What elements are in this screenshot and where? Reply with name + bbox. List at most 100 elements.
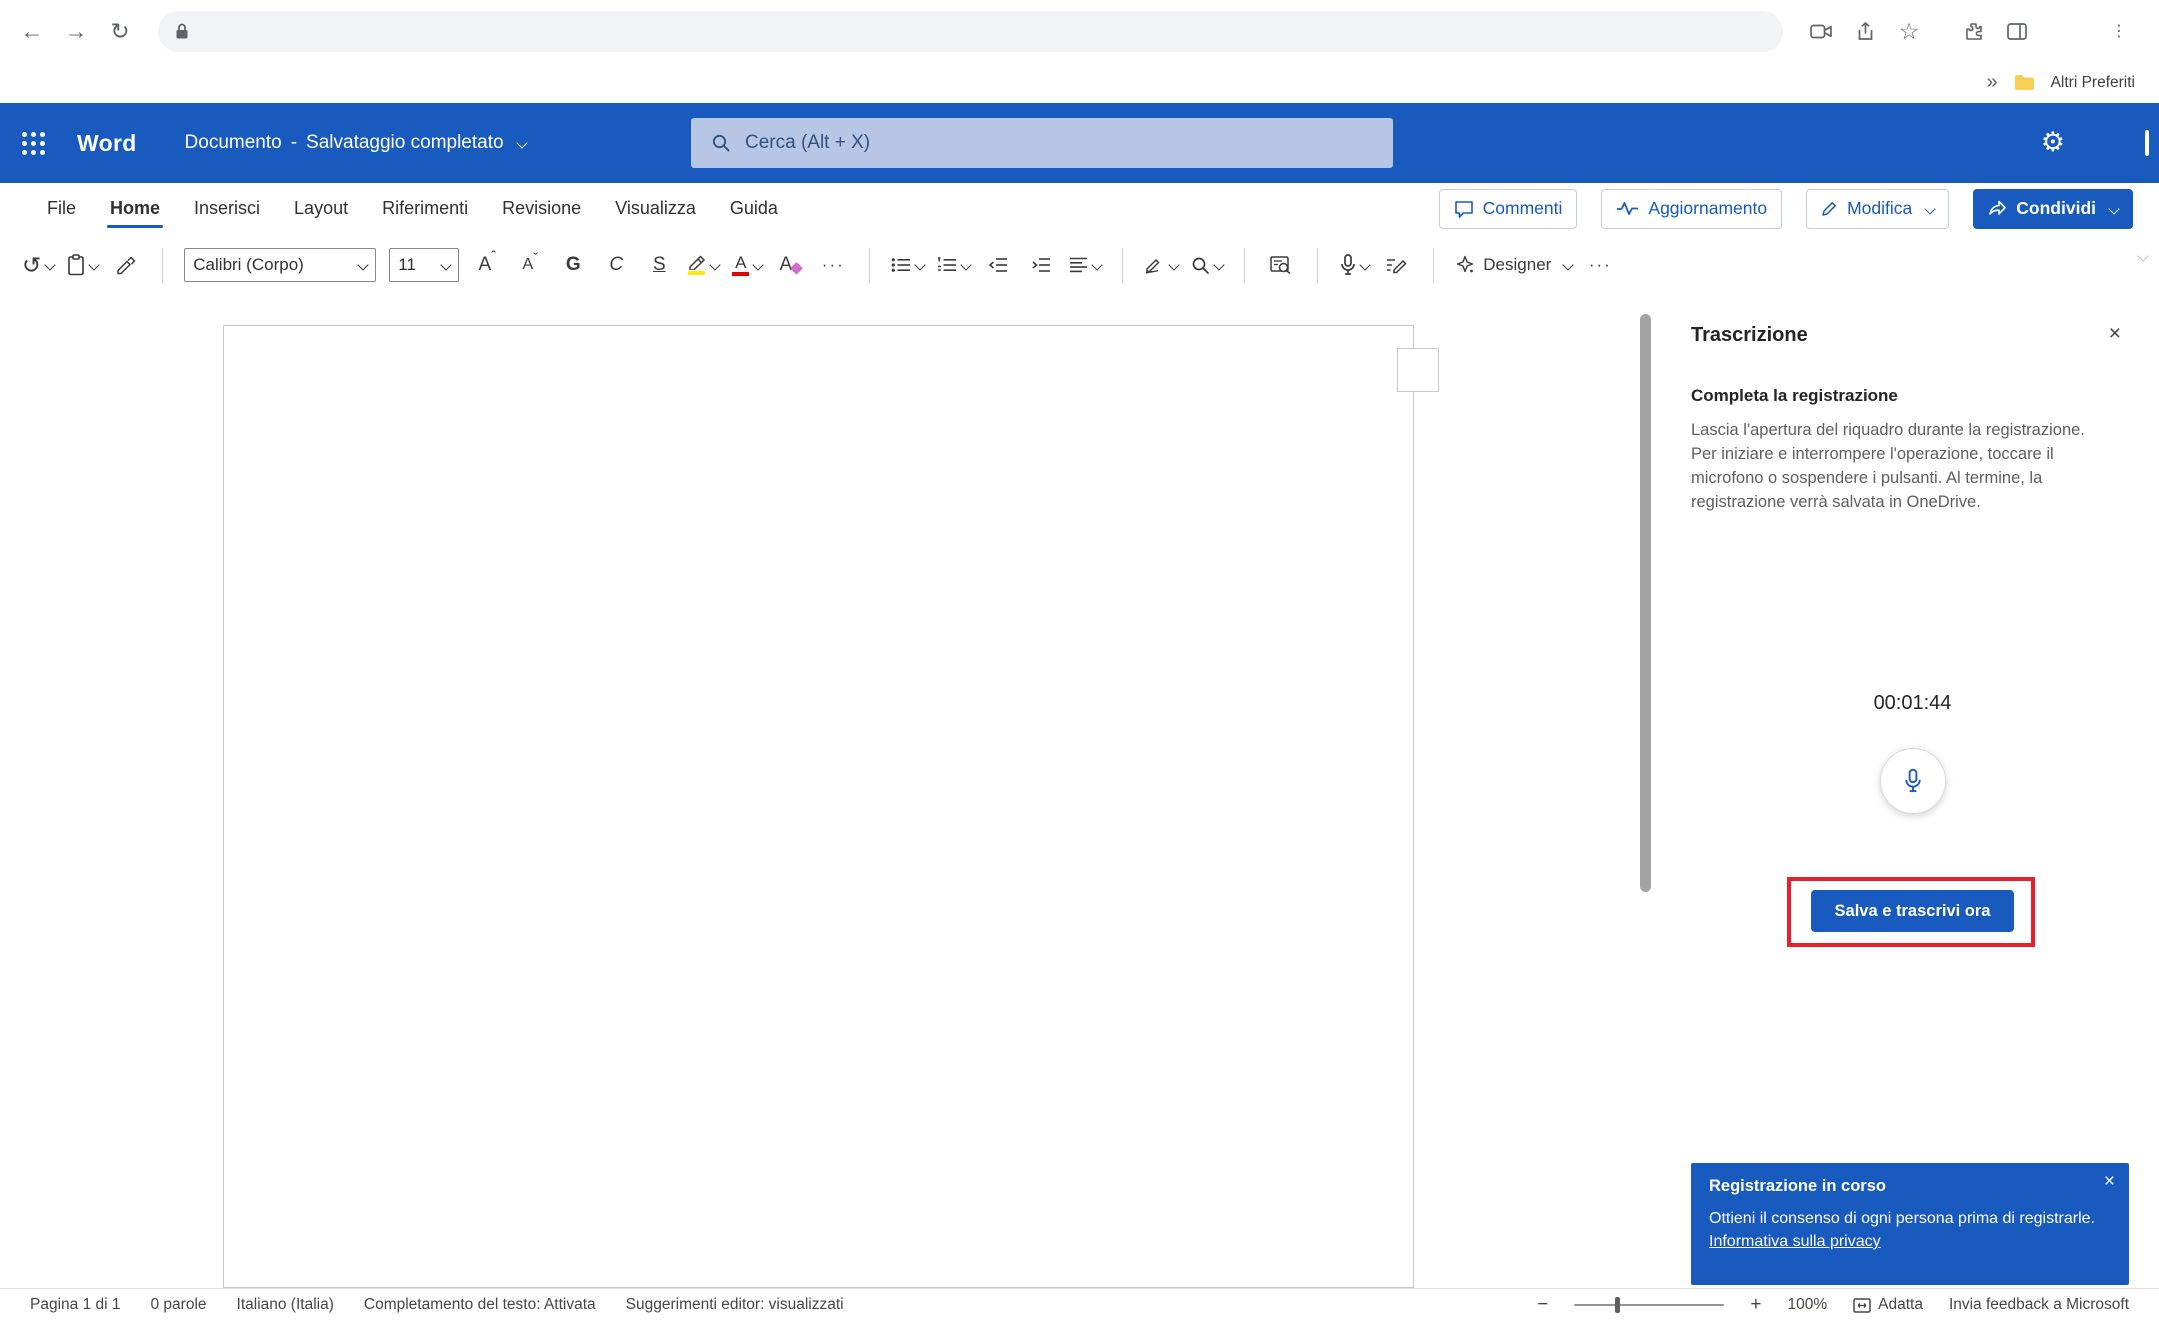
document-page[interactable] — [223, 325, 1414, 1288]
tab-home[interactable]: Home — [93, 183, 177, 234]
bookmarks-folder-label[interactable]: Altri Preferiti — [2051, 74, 2135, 92]
undo-button[interactable]: ↺ — [22, 245, 54, 285]
zoom-slider-thumb[interactable] — [1615, 1297, 1620, 1313]
ribbon-tab-bar: File Home Inserisci Layout Riferimenti R… — [0, 183, 2159, 234]
page-count[interactable]: Pagina 1 di 1 — [30, 1296, 121, 1314]
settings-gear-icon[interactable]: ⚙ — [2041, 127, 2065, 158]
tab-revisione[interactable]: Revisione — [485, 183, 598, 234]
browser-address-bar[interactable] — [158, 11, 1783, 52]
record-microphone-button[interactable] — [1880, 748, 1946, 814]
video-camera-icon[interactable] — [1799, 11, 1843, 51]
app-name[interactable]: Word — [77, 130, 137, 157]
increase-indent-icon — [1031, 257, 1051, 273]
fit-to-width-button[interactable]: Adatta — [1853, 1296, 1923, 1314]
designer-label: Designer — [1483, 255, 1551, 275]
chevron-down-icon — [1169, 259, 1180, 270]
browser-back-button[interactable]: ← — [10, 9, 54, 53]
shrink-font-button[interactable]: A ˇ — [515, 245, 545, 285]
alignment-button[interactable] — [1069, 245, 1101, 285]
shrink-font-mark: ˇ — [533, 250, 538, 267]
toolbar-separator — [1317, 248, 1318, 282]
zoom-slider[interactable] — [1574, 1304, 1724, 1306]
bookmarks-overflow-chevron[interactable]: » — [1986, 71, 1997, 94]
increase-indent-button[interactable] — [1026, 245, 1056, 285]
decrease-indent-button[interactable] — [983, 245, 1013, 285]
document-name[interactable]: Documento — [185, 132, 282, 154]
numbered-list-button[interactable] — [937, 245, 970, 285]
chevron-down-icon — [2108, 203, 2119, 214]
browser-menu-icon[interactable]: ⋮ — [2097, 11, 2141, 51]
tab-layout[interactable]: Layout — [277, 183, 365, 234]
highlight-button[interactable] — [687, 245, 719, 285]
tab-riferimenti[interactable]: Riferimenti — [365, 183, 485, 234]
italic-letter: C — [609, 254, 623, 276]
editor-suggestions-status[interactable]: Suggerimenti editor: visualizzati — [626, 1296, 844, 1314]
italic-button[interactable]: C — [601, 245, 631, 285]
grow-font-button[interactable]: A ˆ — [472, 245, 502, 285]
tab-visualizza[interactable]: Visualizza — [598, 183, 713, 234]
format-painter-icon — [116, 255, 137, 275]
dictate-button[interactable] — [1339, 245, 1369, 285]
tab-file[interactable]: File — [30, 183, 93, 234]
status-bar: Pagina 1 di 1 0 parole Italiano (Italia)… — [0, 1288, 2159, 1321]
styles-button[interactable] — [1144, 245, 1178, 285]
more-formatting-button[interactable]: ··· — [818, 245, 848, 285]
text-completion-status[interactable]: Completamento del testo: Attivata — [364, 1296, 596, 1314]
update-label: Aggiornamento — [1648, 198, 1767, 219]
toolbar-separator — [1433, 248, 1434, 282]
tab-inserisci[interactable]: Inserisci — [177, 183, 277, 234]
designer-button[interactable]: Designer — [1455, 245, 1572, 285]
language-indicator[interactable]: Italiano (Italia) — [237, 1296, 334, 1314]
document-scrollbar[interactable] — [1640, 314, 1651, 892]
save-and-transcribe-button[interactable]: Salva e trascrivi ora — [1811, 890, 2015, 932]
font-name-select[interactable]: Calibri (Corpo) — [184, 248, 376, 282]
format-painter-button[interactable] — [111, 245, 141, 285]
header-search-box[interactable] — [691, 118, 1393, 168]
comment-anchor-box[interactable] — [1397, 348, 1439, 392]
find-button[interactable] — [1191, 245, 1223, 285]
editor-button[interactable] — [1382, 245, 1412, 285]
chevron-down-icon — [915, 259, 926, 270]
bullet-list-icon — [891, 257, 911, 273]
word-count[interactable]: 0 parole — [151, 1296, 207, 1314]
font-size-value: 11 — [398, 255, 416, 275]
bookmark-star-icon[interactable]: ☆ — [1887, 11, 1931, 51]
bullet-list-button[interactable] — [891, 245, 924, 285]
toast-close-icon[interactable]: × — [2104, 1171, 2115, 1193]
feedback-link[interactable]: Invia feedback a Microsoft — [1949, 1296, 2129, 1314]
browser-reload-button[interactable]: ↻ — [98, 9, 142, 53]
zoom-level[interactable]: 100% — [1787, 1296, 1827, 1314]
share-icon[interactable] — [1843, 11, 1887, 51]
document-title[interactable]: Documento - Salvataggio completato — [185, 132, 526, 154]
extensions-puzzle-icon[interactable] — [1951, 11, 1995, 51]
toolbar-separator — [162, 248, 163, 282]
toolbar-separator — [869, 248, 870, 282]
share-button[interactable]: Condividi — [1973, 189, 2133, 229]
microphone-icon — [1904, 768, 1922, 794]
privacy-policy-link[interactable]: Informativa sulla privacy — [1709, 1233, 1881, 1250]
tab-guida[interactable]: Guida — [713, 183, 795, 234]
app-launcher-icon[interactable] — [22, 132, 45, 155]
underline-button[interactable]: S — [644, 245, 674, 285]
more-tools-button[interactable]: ··· — [1585, 245, 1615, 285]
chevron-down-icon — [89, 259, 100, 270]
comments-button[interactable]: Commenti — [1439, 189, 1578, 229]
immersive-reader-button[interactable] — [1266, 245, 1296, 285]
font-size-select[interactable]: 11 — [389, 248, 459, 282]
zoom-out-button[interactable]: − — [1537, 1294, 1548, 1316]
browser-forward-button[interactable]: → — [54, 9, 98, 53]
clipboard-icon — [67, 254, 85, 276]
update-button[interactable]: Aggiornamento — [1601, 189, 1782, 229]
clear-formatting-button[interactable]: A — [775, 245, 805, 285]
side-panel-icon[interactable] — [1995, 11, 2039, 51]
zoom-in-button[interactable]: + — [1750, 1294, 1761, 1316]
toast-consent-text: Ottieni il consenso di ogni persona prim… — [1709, 1210, 2095, 1227]
paste-button[interactable] — [67, 245, 98, 285]
font-color-button[interactable]: A — [732, 245, 762, 285]
edit-mode-button[interactable]: Modifica — [1806, 189, 1949, 229]
search-input[interactable] — [743, 131, 1373, 155]
panel-close-icon[interactable]: × — [2109, 322, 2121, 346]
formatting-toolbar: ↺ Calibri (Corpo) 11 A ˆ A ˇ G C S — [0, 234, 2159, 297]
bold-button[interactable]: G — [558, 245, 588, 285]
undo-icon: ↺ — [22, 252, 41, 279]
